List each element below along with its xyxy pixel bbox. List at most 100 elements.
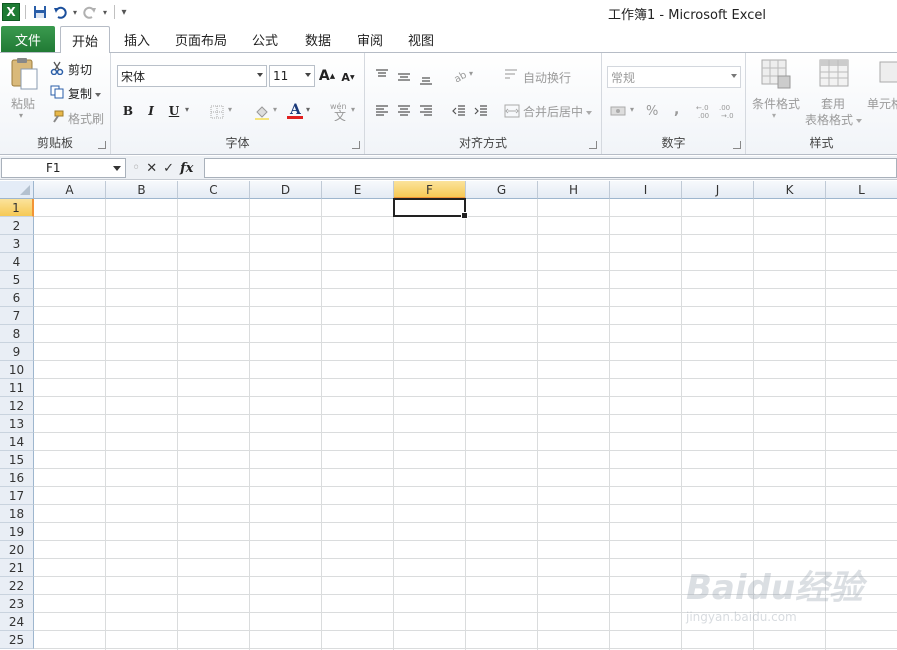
column-header-c[interactable]: C [178, 181, 250, 199]
undo-dropdown-icon[interactable]: ▾ [71, 3, 79, 21]
decrease-decimal-icon[interactable]: .00 →.0 [719, 103, 739, 119]
cancel-icon[interactable]: ✕ [146, 161, 157, 176]
row-header-16[interactable]: 16 [0, 469, 34, 487]
decrease-font-icon[interactable]: A ▼ [340, 69, 356, 85]
row-header-12[interactable]: 12 [0, 397, 34, 415]
column-header-g[interactable]: G [466, 181, 538, 199]
row-header-2[interactable]: 2 [0, 217, 34, 235]
column-header-l[interactable]: L [826, 181, 897, 199]
customize-qat-icon[interactable]: ▾ [120, 3, 128, 21]
row-header-10[interactable]: 10 [0, 361, 34, 379]
row-header-17[interactable]: 17 [0, 487, 34, 505]
row-header-25[interactable]: 25 [0, 631, 34, 649]
fill-color-icon[interactable] [253, 103, 271, 121]
row-header-19[interactable]: 19 [0, 523, 34, 541]
decrease-indent-icon[interactable] [451, 103, 467, 119]
scissors-icon[interactable] [50, 61, 64, 75]
number-format-combo[interactable]: 常规 [607, 66, 741, 88]
merge-center-icon[interactable] [504, 103, 520, 119]
row-header-18[interactable]: 18 [0, 505, 34, 523]
row-header-14[interactable]: 14 [0, 433, 34, 451]
cell-styles-button[interactable]: 单元格 [867, 95, 897, 112]
row-header-22[interactable]: 22 [0, 577, 34, 595]
phonetic-dropdown-icon[interactable]: ▾ [351, 105, 355, 114]
alignment-launcher-icon[interactable] [589, 141, 597, 149]
column-header-k[interactable]: K [754, 181, 826, 199]
column-header-e[interactable]: E [322, 181, 394, 199]
row-header-15[interactable]: 15 [0, 451, 34, 469]
column-header-i[interactable]: I [610, 181, 682, 199]
phonetic-icon[interactable]: wén 文 [329, 101, 351, 121]
tab-formulas[interactable]: 公式 [243, 26, 287, 53]
row-header-3[interactable]: 3 [0, 235, 34, 253]
row-header-1[interactable]: 1 [0, 199, 34, 217]
row-header-8[interactable]: 8 [0, 325, 34, 343]
copy-icon[interactable] [50, 85, 64, 99]
font-launcher-icon[interactable] [352, 141, 360, 149]
tab-insert[interactable]: 插入 [114, 26, 160, 53]
font-color-dropdown-icon[interactable]: ▾ [306, 105, 310, 114]
column-header-d[interactable]: D [250, 181, 322, 199]
wrap-text-button[interactable]: 自动换行 [523, 69, 571, 86]
increase-indent-icon[interactable] [473, 103, 489, 119]
redo-dropdown-icon[interactable]: ▾ [101, 3, 109, 21]
table-format-button[interactable]: 套用 [821, 95, 845, 112]
percent-button[interactable]: % [646, 104, 658, 119]
row-header-5[interactable]: 5 [0, 271, 34, 289]
row-header-24[interactable]: 24 [0, 613, 34, 631]
column-header-j[interactable]: J [682, 181, 754, 199]
undo-icon[interactable] [51, 3, 69, 21]
row-header-20[interactable]: 20 [0, 541, 34, 559]
underline-button[interactable]: U [167, 103, 181, 119]
font-name-combo[interactable]: 宋体 [117, 65, 267, 87]
row-header-9[interactable]: 9 [0, 343, 34, 361]
comma-button[interactable]: , [674, 102, 679, 118]
row-header-6[interactable]: 6 [0, 289, 34, 307]
border-dropdown-icon[interactable]: ▾ [228, 105, 232, 114]
column-header-h[interactable]: H [538, 181, 610, 199]
paste-dropdown-icon[interactable]: ▾ [19, 111, 23, 120]
fill-color-dropdown-icon[interactable]: ▾ [273, 105, 277, 114]
row-header-21[interactable]: 21 [0, 559, 34, 577]
tab-page-layout[interactable]: 页面布局 [168, 26, 234, 53]
number-launcher-icon[interactable] [733, 141, 741, 149]
tab-data[interactable]: 数据 [296, 26, 340, 53]
tab-review[interactable]: 审阅 [348, 26, 392, 53]
formula-input[interactable] [204, 158, 897, 178]
font-size-combo[interactable]: 11 [269, 65, 315, 87]
row-header-13[interactable]: 13 [0, 415, 34, 433]
name-box[interactable]: F1 [1, 158, 126, 178]
paste-button[interactable]: 粘贴 [11, 95, 35, 112]
save-icon[interactable] [31, 3, 49, 21]
row-header-7[interactable]: 7 [0, 307, 34, 325]
currency-icon[interactable] [610, 103, 628, 119]
tab-file[interactable]: 文件 [1, 26, 55, 52]
row-header-11[interactable]: 11 [0, 379, 34, 397]
cut-button[interactable]: 剪切 [68, 61, 92, 78]
wrap-text-icon[interactable] [504, 68, 518, 82]
bold-button[interactable]: B [121, 103, 135, 119]
format-painter-icon[interactable] [50, 110, 64, 124]
align-left-icon[interactable] [374, 103, 390, 119]
paste-icon[interactable] [8, 57, 40, 90]
align-center-icon[interactable] [396, 103, 412, 119]
conditional-format-icon[interactable] [760, 58, 792, 90]
align-right-icon[interactable] [418, 103, 434, 119]
italic-button[interactable]: I [144, 103, 158, 119]
select-all-button[interactable] [0, 181, 34, 199]
font-color-icon[interactable]: A [287, 101, 303, 121]
conditional-format-dropdown-icon[interactable]: ▾ [772, 111, 776, 120]
clipboard-launcher-icon[interactable] [98, 141, 106, 149]
table-format-icon[interactable] [818, 58, 850, 90]
underline-dropdown-icon[interactable]: ▾ [185, 105, 189, 114]
selected-cell[interactable] [393, 198, 468, 219]
enter-icon[interactable]: ✓ [163, 161, 174, 176]
column-header-f[interactable]: F [394, 181, 466, 199]
column-header-b[interactable]: B [106, 181, 178, 199]
border-icon[interactable] [209, 104, 225, 120]
increase-decimal-icon[interactable]: ←.0.00 [696, 103, 716, 119]
currency-dropdown-icon[interactable]: ▾ [630, 105, 634, 114]
format-painter-button[interactable]: 格式刷 [68, 110, 104, 127]
redo-icon[interactable] [81, 3, 99, 21]
increase-font-icon[interactable]: A ▲ [319, 67, 335, 85]
